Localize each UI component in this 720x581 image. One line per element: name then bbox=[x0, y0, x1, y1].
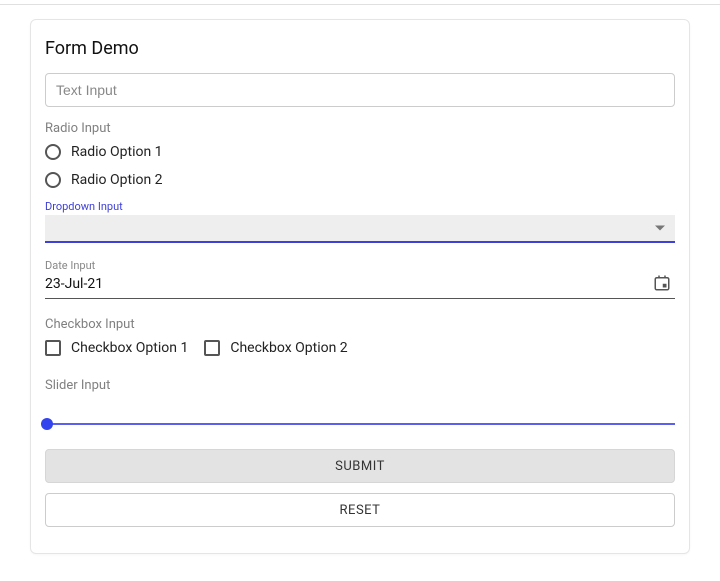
form-title: Form Demo bbox=[45, 38, 675, 59]
checkbox-icon bbox=[204, 340, 220, 356]
date-group: Date Input 23-Jul-21 bbox=[45, 259, 675, 299]
checkbox-icon bbox=[45, 340, 61, 356]
slider-group: Slider Input bbox=[45, 378, 675, 425]
slider-thumb[interactable] bbox=[41, 418, 53, 430]
checkbox-option-label: Checkbox Option 2 bbox=[230, 340, 347, 356]
checkbox-option-label: Checkbox Option 1 bbox=[71, 340, 188, 356]
form-card: Form Demo Radio Input Radio Option 1 Rad… bbox=[30, 19, 690, 554]
slider-input[interactable] bbox=[45, 423, 675, 425]
date-input[interactable]: 23-Jul-21 bbox=[45, 276, 675, 299]
radio-option-2[interactable]: Radio Option 2 bbox=[45, 172, 675, 188]
checkbox-option-1[interactable]: Checkbox Option 1 bbox=[45, 340, 188, 356]
checkbox-group-label: Checkbox Input bbox=[45, 317, 675, 332]
top-divider bbox=[0, 4, 720, 5]
reset-button-label: RESET bbox=[340, 503, 381, 518]
radio-option-1[interactable]: Radio Option 1 bbox=[45, 144, 675, 160]
calendar-icon bbox=[653, 274, 671, 292]
reset-button[interactable]: RESET bbox=[45, 493, 675, 527]
dropdown-group: Dropdown Input bbox=[45, 200, 675, 243]
submit-button-label: SUBMIT bbox=[335, 459, 385, 474]
date-label: Date Input bbox=[45, 259, 675, 272]
radio-option-label: Radio Option 1 bbox=[71, 144, 163, 160]
radio-icon bbox=[45, 144, 61, 160]
checkbox-option-2[interactable]: Checkbox Option 2 bbox=[204, 340, 347, 356]
slider-label: Slider Input bbox=[45, 378, 675, 393]
radio-icon bbox=[45, 172, 61, 188]
dropdown-label: Dropdown Input bbox=[45, 200, 675, 213]
checkbox-row: Checkbox Option 1 Checkbox Option 2 bbox=[45, 340, 675, 356]
dropdown-input[interactable] bbox=[45, 215, 675, 243]
date-value: 23-Jul-21 bbox=[45, 276, 103, 292]
chevron-down-icon bbox=[655, 226, 665, 231]
submit-button[interactable]: SUBMIT bbox=[45, 449, 675, 483]
text-input[interactable] bbox=[45, 73, 675, 107]
radio-group-label: Radio Input bbox=[45, 121, 675, 136]
checkbox-group: Checkbox Input Checkbox Option 1 Checkbo… bbox=[45, 317, 675, 356]
radio-option-label: Radio Option 2 bbox=[71, 172, 163, 188]
